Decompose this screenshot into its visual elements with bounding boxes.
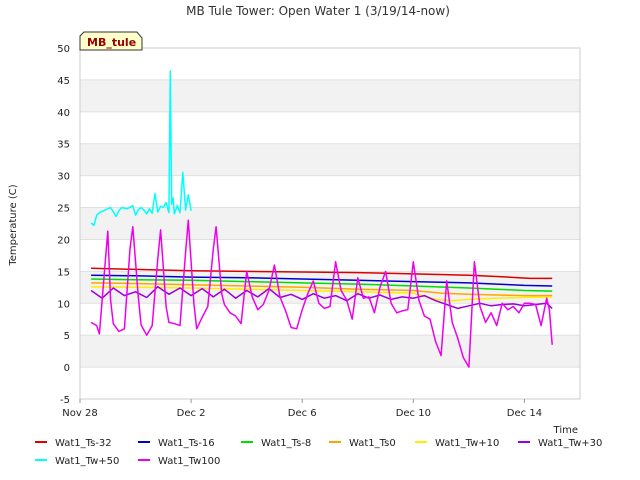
legend-label: Wat1_Tw+50 (55, 456, 119, 467)
y-tick-label: 15 (57, 267, 70, 278)
legend-label: Wat1_Ts-8 (261, 438, 311, 449)
chart-title: MB Tule Tower: Open Water 1 (3/19/14-now… (186, 4, 450, 18)
grid-band (80, 79, 580, 112)
y-tick-label: 45 (57, 76, 70, 87)
y-tick-label: 10 (57, 299, 70, 310)
chart-canvas: -5 0 5 10 15 20 25 30 35 40 45 50 Nov 28 Dec 2 Dec 6 D… (8, 4, 602, 467)
grid-band (80, 143, 580, 176)
y-tick-label: 5 (64, 331, 70, 342)
x-tick-label: Nov 28 (62, 408, 97, 419)
x-tick-label: Dec 6 (288, 408, 317, 419)
y-tick-label: -5 (60, 395, 70, 406)
legend-label: Wat1_Ts-32 (55, 438, 112, 449)
site-badge-label: MB_tule (87, 36, 136, 49)
y-tick-label: 40 (57, 108, 70, 119)
site-badge: MB_tule (79, 31, 143, 51)
y-tick-label: 20 (57, 235, 70, 246)
y-tick-label: 30 (57, 172, 70, 183)
y-axis-label: Temperature (C) (8, 184, 19, 266)
x-tick-label: Dec 10 (396, 408, 431, 419)
legend-label: Wat1_Ts0 (349, 438, 396, 449)
legend: Wat1_Ts-32 Wat1_Ts-16 Wat1_Ts-8 Wat1_Ts0 Wat… (35, 438, 602, 467)
y-tick-label: 0 (64, 363, 70, 374)
x-axis-ticks: Nov 28 Dec 2 Dec 6 Dec 10 Dec 14 (62, 399, 542, 419)
y-tick-label: 25 (57, 204, 70, 215)
legend-label: Wat1_Tw+30 (538, 438, 602, 449)
y-axis-ticks: -5 0 5 10 15 20 25 30 35 40 45 50 (57, 44, 70, 406)
y-tick-label: 50 (57, 44, 70, 55)
y-tick-label: 35 (57, 140, 70, 151)
legend-label: Wat1_Tw+10 (435, 438, 499, 449)
grid-band (80, 207, 580, 240)
grid-band (80, 335, 580, 368)
legend-label: Wat1_Ts-16 (158, 438, 215, 449)
x-axis-label: Time (553, 425, 578, 436)
x-tick-label: Dec 14 (507, 408, 542, 419)
legend-label: Wat1_Tw100 (158, 456, 220, 467)
x-tick-label: Dec 2 (177, 408, 206, 419)
